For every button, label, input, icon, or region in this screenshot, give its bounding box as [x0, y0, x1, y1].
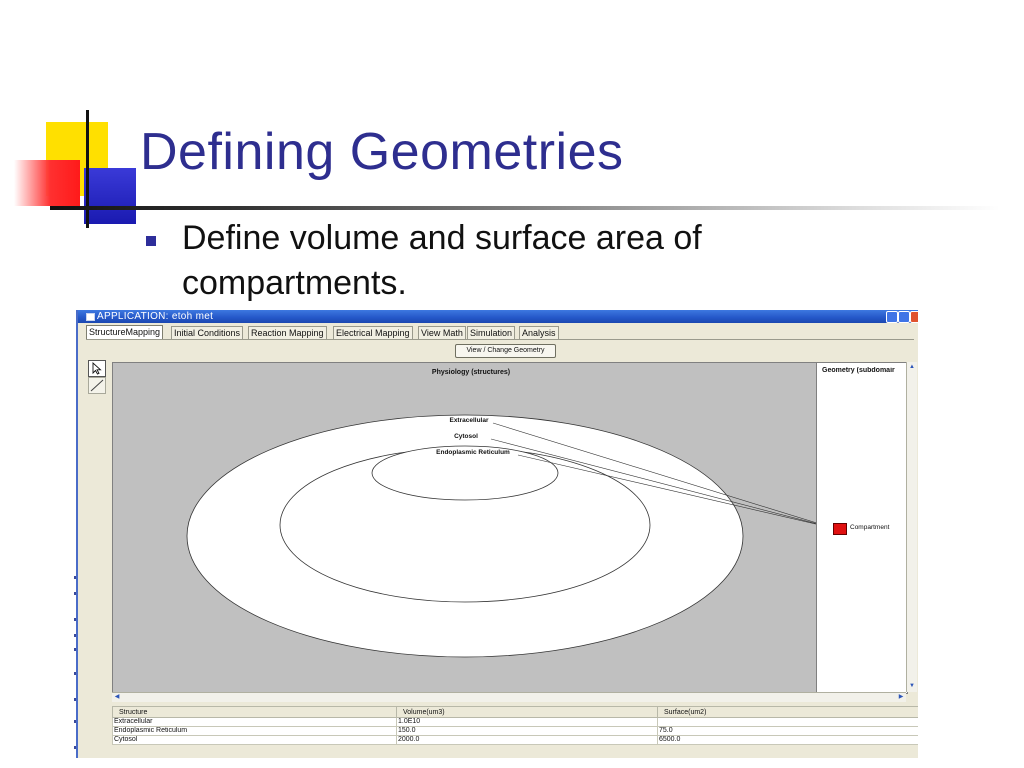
view-change-geometry-button[interactable]: View / Change Geometry	[455, 344, 556, 358]
close-icon[interactable]	[910, 311, 918, 323]
bullet-square-icon	[146, 236, 156, 246]
tab-analysis[interactable]: Analysis	[519, 326, 559, 339]
physiology-canvas[interactable]: Physiology (structures) Extracellular Cy…	[112, 362, 818, 694]
cell-structure: Extracellular	[112, 717, 397, 727]
tab-structure-mapping[interactable]: StructureMapping	[86, 325, 164, 340]
scroll-up-icon[interactable]: ▲	[908, 363, 916, 371]
table-header-row: Structure Volume(um3) Surface(um2)	[112, 706, 918, 718]
table-row[interactable]: Endoplasmic Reticulum 150.0 75.0	[112, 726, 918, 736]
tab-view-math[interactable]: View Math	[418, 326, 466, 339]
label-extracellular: Extracellular	[449, 417, 488, 424]
slide-title: Defining Geometries	[140, 123, 624, 181]
cell-volume[interactable]: 150.0	[396, 726, 658, 736]
compartment-node[interactable]	[833, 523, 847, 535]
decor-blue-square	[84, 168, 136, 224]
label-endoplasmic-reticulum: Endoplasmic Reticulum	[436, 449, 510, 456]
vertical-scrollbar[interactable]: ▲ ▼	[906, 362, 917, 692]
cell-surface[interactable]	[657, 717, 918, 727]
compartment-label: Compartment	[850, 524, 890, 531]
scroll-left-icon[interactable]: ◀	[113, 693, 121, 702]
application-window: APPLICATION: etoh met StructureMapping I…	[76, 310, 918, 758]
cell-surface[interactable]: 75.0	[657, 726, 918, 736]
maximize-icon[interactable]	[898, 311, 910, 323]
cell-structure: Endoplasmic Reticulum	[112, 726, 397, 736]
app-menu-icon[interactable]	[86, 313, 95, 321]
tool-palette	[88, 360, 106, 394]
geometry-panel[interactable]: Geometry (subdomair Compartment	[816, 362, 908, 694]
select-arrow-icon[interactable]	[88, 360, 106, 377]
scroll-down-icon[interactable]: ▼	[908, 682, 916, 690]
label-cytosol: Cytosol	[454, 433, 478, 440]
tab-electrical-mapping[interactable]: Electrical Mapping	[333, 326, 413, 339]
header-volume[interactable]: Volume(um3)	[396, 706, 658, 718]
window-titlebar[interactable]: APPLICATION: etoh met	[78, 310, 918, 323]
cell-surface[interactable]: 6500.0	[657, 735, 918, 745]
window-title: APPLICATION: etoh met	[97, 311, 214, 322]
decor-red-bar	[14, 160, 80, 206]
decor-vertical-rule	[86, 110, 89, 228]
table-row[interactable]: Cytosol 2000.0 6500.0	[112, 735, 918, 745]
header-structure[interactable]: Structure	[112, 706, 397, 718]
line-tool-icon[interactable]	[88, 377, 106, 394]
header-surface[interactable]: Surface(um2)	[657, 706, 918, 718]
horizontal-scrollbar[interactable]: ◀ ▶	[112, 692, 906, 702]
cell-structure: Cytosol	[112, 735, 397, 745]
tab-reaction-mapping[interactable]: Reaction Mapping	[248, 326, 327, 339]
table-row[interactable]: Extracellular 1.0E10	[112, 717, 918, 727]
tab-divider	[86, 339, 914, 340]
bullet-text: Define volume and surface area of compar…	[182, 219, 702, 302]
cell-volume[interactable]: 1.0E10	[396, 717, 658, 727]
decor-horizontal-rule	[50, 206, 1000, 210]
cell-volume[interactable]: 2000.0	[396, 735, 658, 745]
scroll-right-icon[interactable]: ▶	[897, 693, 905, 702]
tab-simulation[interactable]: Simulation	[467, 326, 516, 339]
geometry-heading: Geometry (subdomair	[822, 367, 895, 374]
minimize-icon[interactable]	[886, 311, 898, 323]
structure-table: Structure Volume(um3) Surface(um2) Extra…	[112, 706, 918, 745]
tab-initial-conditions[interactable]: Initial Conditions	[171, 326, 244, 339]
physiology-heading: Physiology (structures)	[432, 369, 510, 376]
